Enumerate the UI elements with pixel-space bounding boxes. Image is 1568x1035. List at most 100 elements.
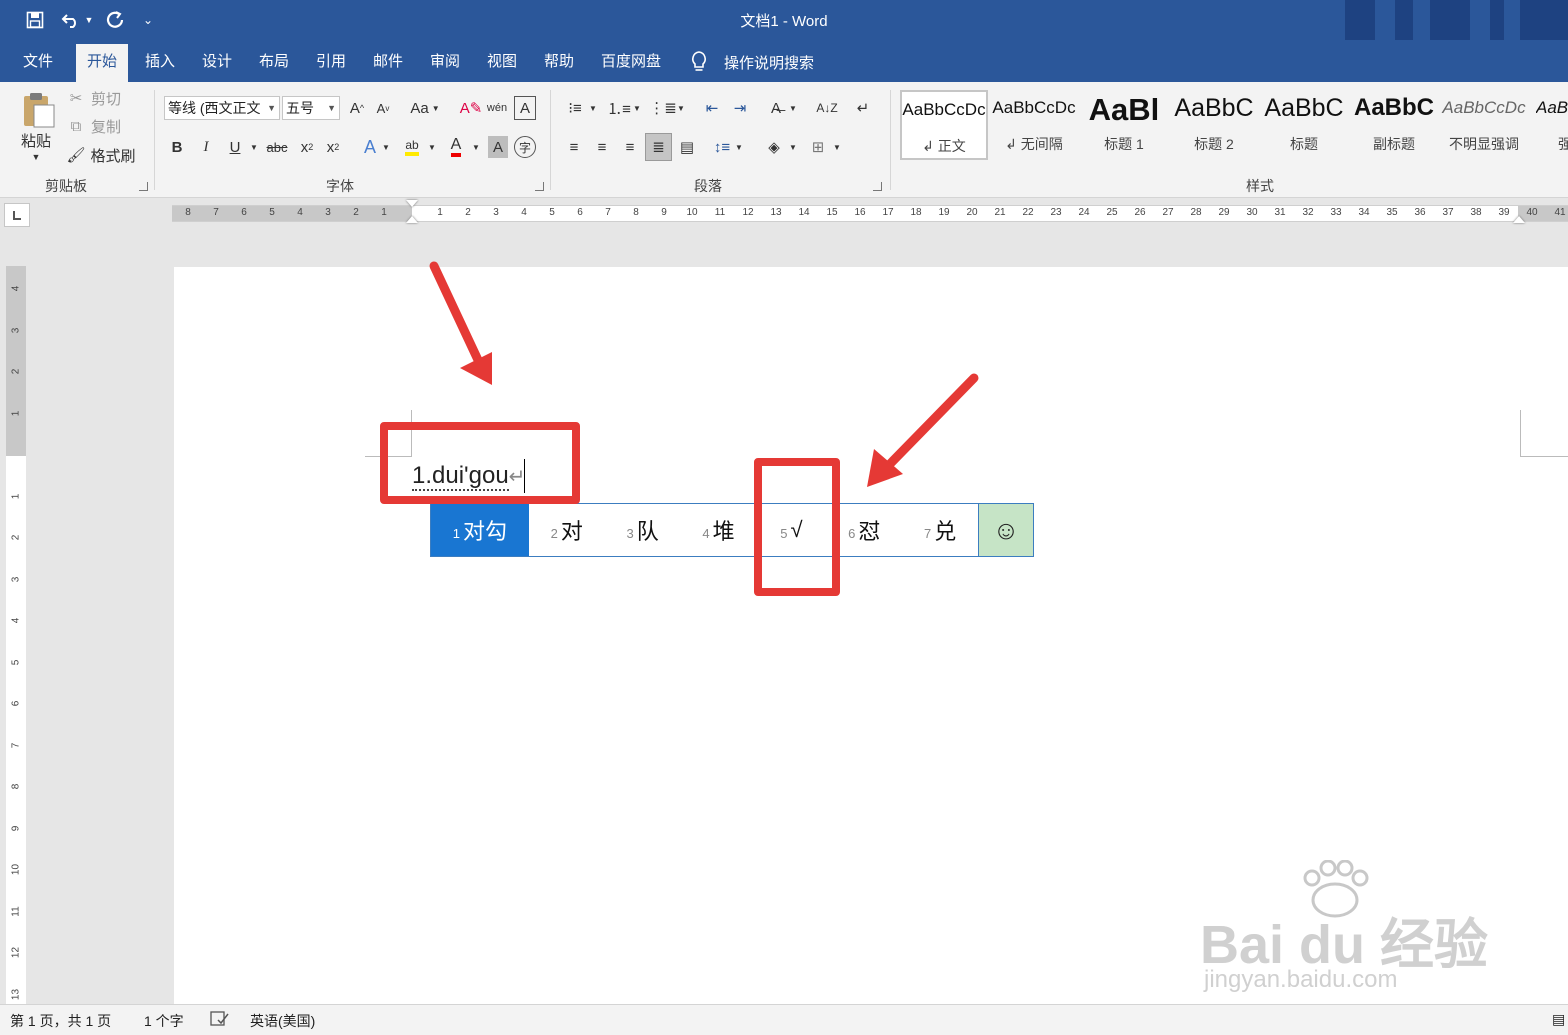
style-no-spacing[interactable]: AaBbCcDc ↲ 无间隔 xyxy=(990,90,1078,160)
borders-dropdown-icon[interactable]: ▼ xyxy=(832,134,842,160)
underline-dropdown-icon[interactable]: ▼ xyxy=(248,134,260,160)
line-spacing-dropdown-icon[interactable]: ▼ xyxy=(734,134,744,160)
bold-icon[interactable]: B xyxy=(166,134,188,160)
ime-candidate[interactable]: 7兑 xyxy=(902,504,978,556)
ruler-tick-label: 4 xyxy=(521,207,527,218)
style-subtitle[interactable]: AaBbC 副标题 xyxy=(1350,90,1438,160)
ruler-tick-label: 2 xyxy=(10,368,22,375)
borders-icon[interactable]: ⊞ xyxy=(806,134,830,160)
tab-design[interactable]: 设计 xyxy=(191,44,243,82)
strikethrough-icon[interactable]: abc xyxy=(264,134,290,160)
font-size-select[interactable]: 五号 ▼ xyxy=(282,96,340,120)
clipboard-launcher-icon[interactable] xyxy=(139,182,148,191)
justify-icon[interactable]: ≣ xyxy=(645,133,672,161)
align-left-icon[interactable]: ≡ xyxy=(562,134,586,160)
highlight-dropdown-icon[interactable]: ▼ xyxy=(426,134,438,160)
character-shading-icon[interactable]: A xyxy=(488,136,508,158)
ime-candidate[interactable]: 1 对勾 xyxy=(431,504,529,556)
chinese-layout-icon[interactable]: A̶ xyxy=(764,96,788,120)
font-launcher-icon[interactable] xyxy=(535,182,544,191)
tab-baidu-netdisk[interactable]: 百度网盘 xyxy=(590,44,672,82)
ime-candidate[interactable]: 3队 xyxy=(605,504,681,556)
phonetic-guide-icon[interactable]: wén xyxy=(486,96,508,120)
multilevel-dropdown-icon[interactable]: ▼ xyxy=(676,96,686,120)
tell-me-search[interactable]: 操作说明搜索 xyxy=(690,44,814,80)
style-heading-2[interactable]: AaBbC 标题 2 xyxy=(1170,90,1258,160)
distributed-icon[interactable]: ▤ xyxy=(675,134,699,160)
tab-mailings[interactable]: 邮件 xyxy=(362,44,414,82)
superscript-icon[interactable]: x2 xyxy=(322,134,344,160)
show-marks-icon[interactable]: ↵ xyxy=(852,96,874,120)
tab-selector[interactable] xyxy=(4,203,30,227)
style-heading-1[interactable]: AaBl 标题 1 xyxy=(1080,90,1168,160)
subscript-icon[interactable]: x2 xyxy=(296,134,318,160)
tab-help[interactable]: 帮助 xyxy=(533,44,585,82)
style-normal[interactable]: AaBbCcDc ↲ 正文 xyxy=(900,90,988,160)
tab-home[interactable]: 开始 xyxy=(76,44,129,82)
align-center-icon[interactable]: ≡ xyxy=(590,134,614,160)
shading-icon[interactable]: ◈ xyxy=(762,134,786,160)
format-painter-button[interactable]: 格式刷 xyxy=(88,145,138,165)
chinese-layout-dropdown-icon[interactable]: ▼ xyxy=(788,96,798,120)
tab-file[interactable]: 文件 xyxy=(12,44,64,82)
paste-button[interactable]: 粘贴 xyxy=(16,130,56,150)
character-border-icon[interactable]: A xyxy=(514,96,536,120)
highlight-icon[interactable]: ab xyxy=(400,134,424,160)
bullets-dropdown-icon[interactable]: ▼ xyxy=(588,96,598,120)
underline-icon[interactable]: U xyxy=(224,134,246,160)
font-color-icon[interactable]: A xyxy=(444,134,468,160)
first-line-indent-marker[interactable] xyxy=(406,200,418,207)
paragraph-group-label: 段落 xyxy=(694,178,722,194)
line-spacing-icon[interactable]: ↕≡ xyxy=(710,134,734,160)
grow-font-icon[interactable]: A ^ xyxy=(346,96,368,120)
paste-dropdown-icon[interactable]: ▼ xyxy=(28,150,44,164)
cut-button: 剪切 xyxy=(90,90,121,108)
ime-emoji-button[interactable]: ☺ xyxy=(978,504,1034,556)
font-name-select[interactable]: 等线 (西文正文 ▼ xyxy=(164,96,280,120)
language-indicator[interactable]: 英语(美国) xyxy=(250,1011,315,1031)
page-count[interactable]: 第 1 页，共 1 页 xyxy=(10,1011,111,1031)
change-case-button[interactable]: Aa ▼ xyxy=(408,96,442,120)
hanging-indent-marker[interactable] xyxy=(406,216,418,223)
enclose-characters-icon[interactable]: 字 xyxy=(514,136,536,158)
style-title[interactable]: AaBbC 标题 xyxy=(1260,90,1348,160)
tab-references[interactable]: 引用 xyxy=(305,44,357,82)
word-count[interactable]: 1 个字 xyxy=(144,1011,184,1031)
ruler-tick-label: 36 xyxy=(1414,207,1426,218)
increase-indent-icon[interactable]: ⇥ xyxy=(728,96,752,120)
ruler-tick-label: 34 xyxy=(1358,207,1370,218)
proofing-icon[interactable] xyxy=(210,1011,230,1030)
numbering-dropdown-icon[interactable]: ▼ xyxy=(632,96,642,120)
ime-candidate[interactable]: 2对 xyxy=(529,504,605,556)
ruler-tick-label: 23 xyxy=(1050,207,1062,218)
bullets-icon[interactable]: ⁝≡ xyxy=(562,96,588,120)
tab-view[interactable]: 视图 xyxy=(476,44,528,82)
candidate-text: 怼 xyxy=(858,519,881,544)
font-color-dropdown-icon[interactable]: ▼ xyxy=(470,134,482,160)
format-painter-icon[interactable]: 🖌 xyxy=(66,145,86,165)
clear-formatting-icon[interactable]: A✎ xyxy=(460,96,483,120)
style-emphasis[interactable]: AaBb 强 xyxy=(1530,90,1568,160)
paragraph-launcher-icon[interactable] xyxy=(873,182,882,191)
multilevel-list-icon[interactable]: ⋮≣ xyxy=(649,96,677,120)
text-effects-icon[interactable]: A xyxy=(358,134,382,160)
tab-layout[interactable]: 布局 xyxy=(248,44,300,82)
ruler-tick-label: 4 xyxy=(297,207,303,218)
numbering-icon[interactable]: ⒈≡ xyxy=(606,96,632,120)
decrease-indent-icon[interactable]: ⇤ xyxy=(700,96,724,120)
tab-review[interactable]: 审阅 xyxy=(419,44,471,82)
ime-candidate[interactable]: 4堆 xyxy=(681,504,757,556)
italic-icon[interactable]: I xyxy=(195,134,217,160)
text-effects-dropdown-icon[interactable]: ▼ xyxy=(380,134,392,160)
shrink-font-icon[interactable]: Av xyxy=(372,96,394,120)
paste-icon[interactable] xyxy=(18,90,58,130)
vertical-ruler[interactable]: 4321 1 2 3 4 5 6 7 8 9 10 11 12 13 xyxy=(6,266,26,1006)
align-right-icon[interactable]: ≡ xyxy=(618,134,642,160)
horizontal-ruler[interactable]: 87654321 1 2 3 4 5 6 7 8 9 10 11 12 13 14 15 16 17 18 19 20… xyxy=(172,200,1568,223)
read-mode-icon[interactable]: ▤ xyxy=(1552,1011,1565,1028)
tab-insert[interactable]: 插入 xyxy=(134,44,186,82)
sort-icon[interactable]: A↓Z xyxy=(816,96,838,120)
right-indent-marker[interactable] xyxy=(1513,216,1525,223)
style-subtle-emphasis[interactable]: AaBbCcDc 不明显强调 xyxy=(1440,90,1528,160)
shading-dropdown-icon[interactable]: ▼ xyxy=(788,134,798,160)
